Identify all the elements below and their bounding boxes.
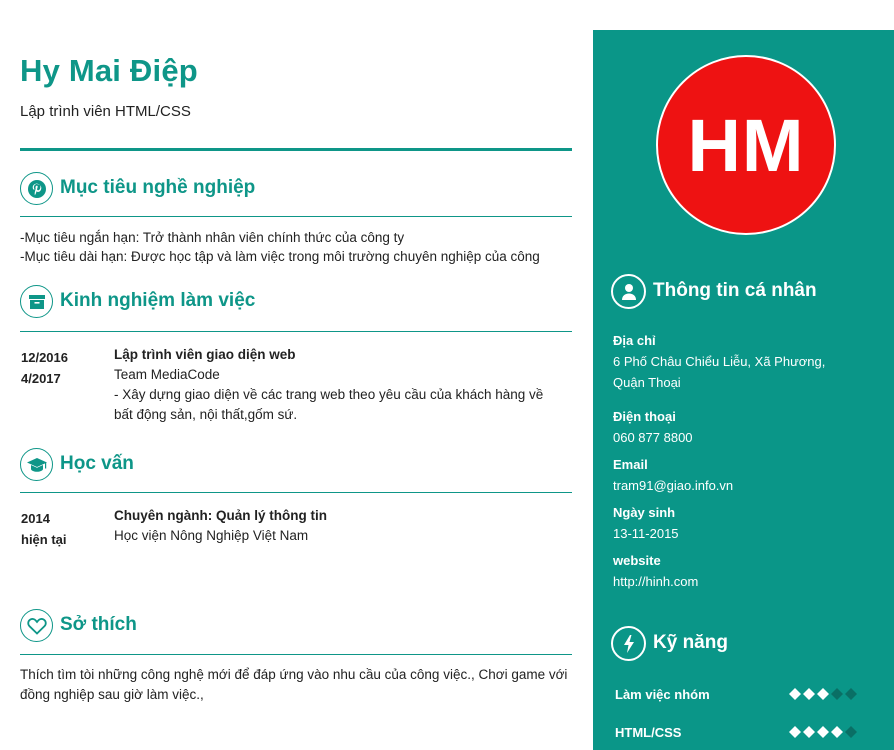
experience-description: - Xây dựng giao diện về các trang web th…: [114, 387, 544, 422]
job-role: Lập trình viên HTML/CSS: [20, 103, 191, 120]
person-name: Hy Mai Điệp: [20, 53, 198, 88]
rating-diamond-filled: [803, 688, 815, 700]
rating-diamond-empty: [845, 688, 857, 700]
education-school: Học viện Nông Nghiệp Việt Nam: [114, 528, 309, 543]
avatar: HM: [656, 55, 836, 235]
pinterest-icon: [20, 172, 53, 205]
birthday-value: 13-11-2015: [613, 526, 679, 541]
birthday-label: Ngày sinh: [613, 505, 676, 520]
address-label: Địa chỉ: [613, 333, 656, 348]
heart-icon: [20, 609, 53, 642]
objective-long-term: -Mục tiêu dài hạn: Được học tập và làm v…: [20, 249, 540, 264]
section-education-header: Học vấn: [20, 446, 572, 486]
section-title: Sở thích: [60, 614, 137, 635]
website-value: http://hinh.com: [613, 574, 699, 589]
skill-label: HTML/CSS: [615, 725, 682, 740]
education-major: Chuyên ngành: Quản lý thông tin: [114, 508, 327, 523]
skill-rating: [789, 688, 857, 700]
education-entry: Chuyên ngành: Quản lý thông tin Học viện…: [114, 506, 564, 546]
section-title: Mục tiêu nghề nghiệp: [60, 177, 256, 198]
skill-teamwork: Làm việc nhóm: [615, 685, 875, 705]
avatar-initials: HM: [687, 103, 805, 187]
rating-diamond-empty: [831, 688, 843, 700]
section-hobbies-header: Sở thích: [20, 607, 572, 647]
education-date-start: 2014: [21, 511, 50, 526]
skill-html-css: HTML/CSS: [615, 723, 875, 743]
main-column: Hy Mai Điệp Lập trình viên HTML/CSS Mục …: [20, 0, 572, 750]
graduation-cap-icon: [20, 448, 53, 481]
phone-label: Điện thoại: [613, 409, 676, 424]
section-divider: [20, 216, 572, 217]
rating-diamond-filled: [817, 688, 829, 700]
rating-diamond-filled: [789, 688, 801, 700]
email-label: Email: [613, 457, 648, 472]
rating-diamond-filled: [789, 726, 801, 738]
section-title: Kỹ năng: [653, 632, 728, 653]
experience-date-end: 4/2017: [21, 371, 61, 386]
section-divider: [20, 654, 572, 655]
skill-rating: [789, 726, 857, 738]
rating-diamond-filled: [831, 726, 843, 738]
address-value: 6 Phố Châu Chiểu Liễu, Xã Phương, Quận T…: [613, 354, 826, 390]
sidebar: HM Thông tin cá nhân Địa chỉ 6 Phố Châu …: [593, 30, 894, 750]
experience-entry: Lập trình viên giao diện web Team MediaC…: [114, 345, 564, 425]
email-value: tram91@giao.info.vn: [613, 478, 734, 493]
section-divider: [20, 492, 572, 493]
user-icon: [611, 274, 646, 309]
section-skills-header: Kỹ năng: [611, 626, 881, 666]
section-title: Học vấn: [60, 453, 134, 474]
phone-value: 060 877 8800: [613, 430, 693, 445]
section-experience-header: Kinh nghiệm làm việc: [20, 283, 572, 323]
experience-position: Lập trình viên giao diện web: [114, 347, 296, 362]
section-title: Kinh nghiệm làm việc: [60, 290, 256, 311]
experience-date-start: 12/2016: [21, 350, 68, 365]
section-divider: [20, 331, 572, 332]
objective-short-term: -Mục tiêu ngắn hạn: Trở thành nhân viên …: [20, 230, 405, 245]
section-personal-header: Thông tin cá nhân: [611, 274, 881, 314]
hobbies-text: Thích tìm tòi những công nghệ mới để đáp…: [20, 667, 568, 702]
website-label: website: [613, 553, 661, 568]
header-divider: [20, 148, 572, 151]
section-objective-header: Mục tiêu nghề nghiệp: [20, 170, 572, 210]
bolt-icon: [611, 626, 646, 661]
education-date-end: hiện tại: [21, 532, 67, 547]
rating-diamond-filled: [817, 726, 829, 738]
experience-company: Team MediaCode: [114, 367, 220, 382]
rating-diamond-empty: [845, 726, 857, 738]
section-title: Thông tin cá nhân: [653, 280, 817, 301]
rating-diamond-filled: [803, 726, 815, 738]
archive-icon: [20, 285, 53, 318]
skill-label: Làm việc nhóm: [615, 687, 710, 702]
